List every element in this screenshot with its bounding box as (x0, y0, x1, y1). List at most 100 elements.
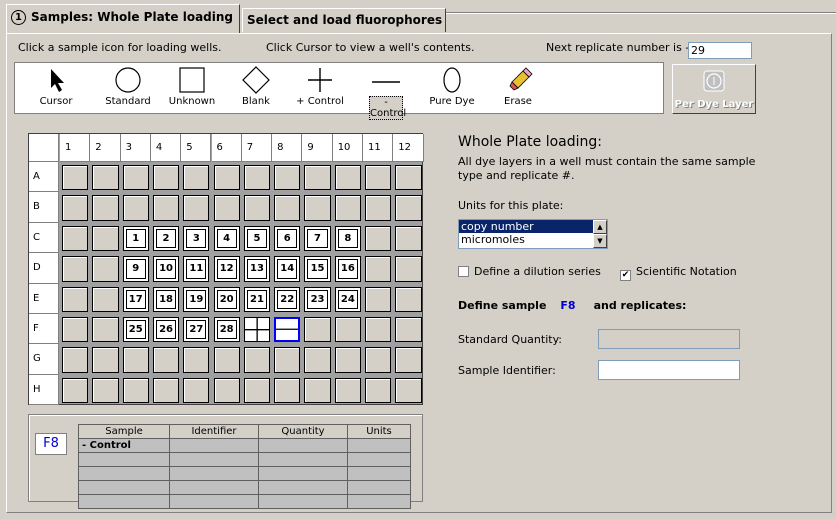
well-A11[interactable] (365, 165, 392, 191)
column-header-4[interactable]: 4 (150, 134, 182, 162)
well-D1[interactable] (62, 256, 89, 282)
well-C4[interactable]: 2 (152, 225, 180, 252)
well-A8[interactable] (274, 165, 301, 191)
units-listbox[interactable]: copy number micromoles ▲ ▼ (458, 219, 608, 249)
well-E11[interactable] (365, 286, 392, 312)
column-header-3[interactable]: 3 (120, 134, 151, 162)
well-D8[interactable]: 14 (274, 256, 301, 282)
well-E8[interactable]: 22 (274, 286, 301, 312)
well-C11[interactable] (365, 225, 392, 252)
well-G12[interactable] (395, 347, 422, 373)
well-D2[interactable] (92, 256, 119, 282)
tool-erase[interactable]: Erase (483, 63, 553, 113)
well-A9[interactable] (304, 165, 331, 191)
well-A2[interactable] (92, 165, 119, 191)
well-E12[interactable] (395, 286, 422, 312)
well-B5[interactable] (183, 195, 210, 221)
well-E1[interactable] (62, 286, 89, 312)
row-header-H[interactable]: H (29, 374, 59, 406)
tool-cursor[interactable]: Cursor (21, 63, 91, 113)
sample-identifier-field[interactable] (598, 360, 740, 380)
well-H3[interactable] (122, 377, 149, 404)
well-F9[interactable] (304, 317, 331, 343)
scientific-notation-checkbox[interactable]: ✔ Scientific Notation (620, 265, 737, 281)
well-F6[interactable]: 28 (213, 317, 240, 343)
scroll-up-icon[interactable]: ▲ (593, 220, 607, 234)
well-D6[interactable]: 12 (213, 256, 240, 282)
units-option-copy-number[interactable]: copy number (459, 220, 593, 233)
well-F11[interactable] (365, 317, 392, 343)
well-E5[interactable]: 19 (183, 286, 210, 312)
well-D3[interactable]: 9 (122, 256, 149, 282)
well-C8[interactable]: 6 (274, 225, 301, 252)
well-B1[interactable] (62, 195, 89, 221)
well-A6[interactable] (213, 165, 240, 191)
row-header-G[interactable]: G (29, 344, 59, 375)
well-B12[interactable] (395, 195, 422, 221)
well-F8[interactable] (274, 317, 301, 343)
column-header-9[interactable]: 9 (302, 134, 333, 162)
row-header-E[interactable]: E (29, 283, 59, 314)
well-G11[interactable] (365, 347, 392, 373)
well-B7[interactable] (243, 195, 271, 221)
well-C1[interactable] (62, 225, 89, 252)
column-header-10[interactable]: 10 (332, 134, 363, 162)
scroll-down-icon[interactable]: ▼ (593, 234, 607, 248)
well-B3[interactable] (122, 195, 149, 221)
tool-standard[interactable]: Standard (93, 63, 163, 113)
checkmark-icon[interactable]: ✔ (620, 270, 631, 281)
well-E9[interactable]: 23 (304, 286, 331, 312)
well-H4[interactable] (152, 377, 180, 404)
well-G1[interactable] (62, 347, 89, 373)
well-C9[interactable]: 7 (304, 225, 331, 252)
well-F3[interactable]: 25 (122, 317, 149, 343)
row-header-B[interactable]: B (29, 192, 59, 223)
well-G6[interactable] (213, 347, 240, 373)
well-A10[interactable] (334, 165, 361, 191)
well-B11[interactable] (365, 195, 392, 221)
well-H6[interactable] (213, 377, 240, 404)
well-D4[interactable]: 10 (152, 256, 180, 282)
tab-select-fluorophores[interactable]: Select and load fluorophores (242, 8, 446, 32)
column-header-6[interactable]: 6 (211, 134, 242, 162)
well-G7[interactable] (243, 347, 271, 373)
well-H5[interactable] (183, 377, 210, 404)
well-D7[interactable]: 13 (243, 256, 271, 282)
well-F5[interactable]: 27 (183, 317, 210, 343)
well-F10[interactable] (334, 317, 361, 343)
tool-unknown[interactable]: Unknown (157, 63, 227, 113)
well-D5[interactable]: 11 (183, 256, 210, 282)
tool-positive-control[interactable]: + Control (285, 63, 355, 113)
tool-negative-control[interactable]: - Control (351, 63, 421, 120)
per-dye-layer-button[interactable]: Per Dye Layer (672, 64, 756, 114)
well-D11[interactable] (365, 256, 392, 282)
well-B2[interactable] (92, 195, 119, 221)
well-A4[interactable] (152, 165, 180, 191)
tab-samples-whole-plate[interactable]: 1 Samples: Whole Plate loading (6, 4, 240, 33)
well-C5[interactable]: 3 (183, 225, 210, 252)
well-C10[interactable]: 8 (334, 225, 361, 252)
well-H11[interactable] (365, 377, 392, 404)
row-header-F[interactable]: F (29, 314, 59, 345)
well-F7[interactable] (243, 317, 271, 343)
well-H10[interactable] (334, 377, 361, 404)
well-E10[interactable]: 24 (334, 286, 361, 312)
well-A1[interactable] (62, 165, 89, 191)
well-H2[interactable] (92, 377, 119, 404)
column-header-7[interactable]: 7 (241, 134, 273, 162)
well-B4[interactable] (152, 195, 180, 221)
well-D9[interactable]: 15 (304, 256, 331, 282)
well-E3[interactable]: 17 (122, 286, 149, 312)
checkbox-box[interactable] (458, 266, 469, 277)
well-E2[interactable] (92, 286, 119, 312)
column-header-11[interactable]: 11 (363, 134, 394, 162)
well-G5[interactable] (183, 347, 210, 373)
well-H8[interactable] (274, 377, 301, 404)
column-header-5[interactable]: 5 (181, 134, 212, 162)
well-G4[interactable] (152, 347, 180, 373)
well-B10[interactable] (334, 195, 361, 221)
well-E7[interactable]: 21 (243, 286, 271, 312)
well-A7[interactable] (243, 165, 271, 191)
well-C12[interactable] (395, 225, 422, 252)
tool-blank[interactable]: Blank (221, 63, 291, 113)
